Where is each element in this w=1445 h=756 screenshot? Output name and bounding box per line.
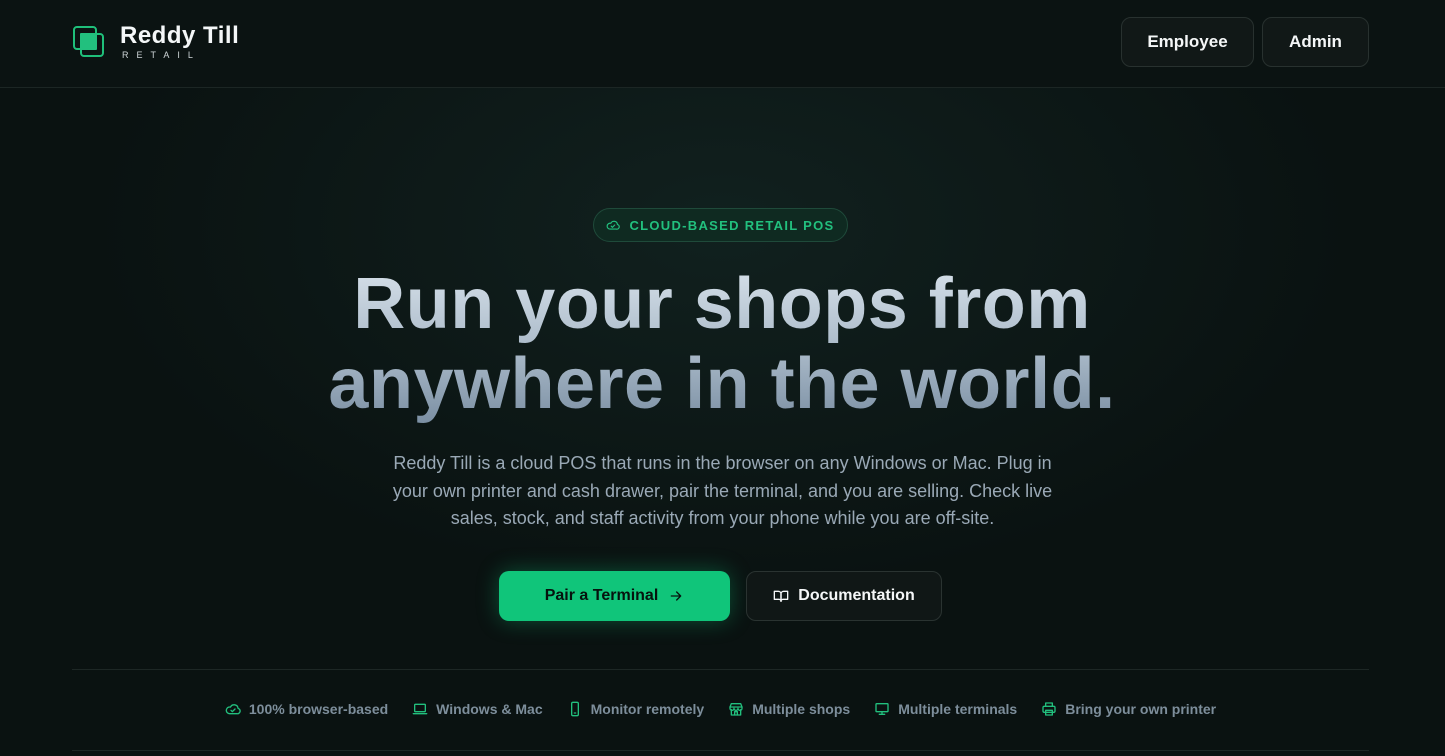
site-header: Reddy Till RETAIL Employee Admin	[0, 0, 1445, 88]
product-badge: CLOUD-BASED RETAIL POS	[593, 208, 848, 242]
employee-button[interactable]: Employee	[1121, 17, 1254, 67]
feature-strip: 100% browser-based Windows & Mac Monitor…	[72, 698, 1369, 720]
documentation-label: Documentation	[798, 587, 915, 604]
pair-terminal-label: Pair a Terminal	[544, 587, 659, 604]
feature-label: Bring your own printer	[1065, 701, 1217, 717]
hero-title-line1: Run your shops from	[353, 264, 1091, 344]
logo-icon	[72, 25, 106, 59]
feature-label: Multiple terminals	[898, 701, 1018, 717]
feature-item: Windows & Mac	[412, 701, 543, 717]
divider	[72, 669, 1369, 670]
hero-title-line2: anywhere in the world.	[328, 344, 1116, 424]
feature-item: 100% browser-based	[225, 701, 388, 717]
divider	[72, 750, 1369, 751]
feature-label: Multiple shops	[752, 701, 851, 717]
store-icon	[729, 703, 743, 716]
brand-logo[interactable]: Reddy Till RETAIL	[72, 24, 239, 60]
feature-item: Monitor remotely	[567, 701, 705, 717]
hero-title: Run your shops from anywhere in the worl…	[222, 264, 1222, 424]
pair-terminal-button[interactable]: Pair a Terminal	[499, 571, 730, 621]
feature-label: 100% browser-based	[248, 701, 389, 717]
book-icon	[773, 590, 789, 602]
badge-label: CLOUD-BASED RETAIL POS	[629, 217, 835, 233]
feature-label: Windows & Mac	[436, 701, 543, 717]
admin-button[interactable]: Admin	[1262, 17, 1369, 67]
printer-icon	[1042, 702, 1056, 716]
feature-item: Multiple terminals	[874, 701, 1017, 717]
cloud-icon	[607, 220, 621, 230]
feature-item: Bring your own printer	[1041, 701, 1216, 717]
hero-subtitle: Reddy Till is a cloud POS that runs in t…	[392, 453, 1053, 528]
documentation-button[interactable]: Documentation	[746, 571, 942, 621]
monitor-icon	[875, 703, 889, 715]
brand-subtitle: RETAIL	[122, 50, 201, 60]
laptop-icon	[412, 703, 428, 715]
feature-label: Monitor remotely	[590, 701, 705, 717]
cloud-icon	[225, 704, 241, 715]
arrow-right-icon	[670, 591, 682, 601]
brand-name: Reddy Till	[120, 22, 240, 49]
phone-icon	[570, 701, 579, 717]
feature-item: Multiple shops	[728, 701, 850, 717]
